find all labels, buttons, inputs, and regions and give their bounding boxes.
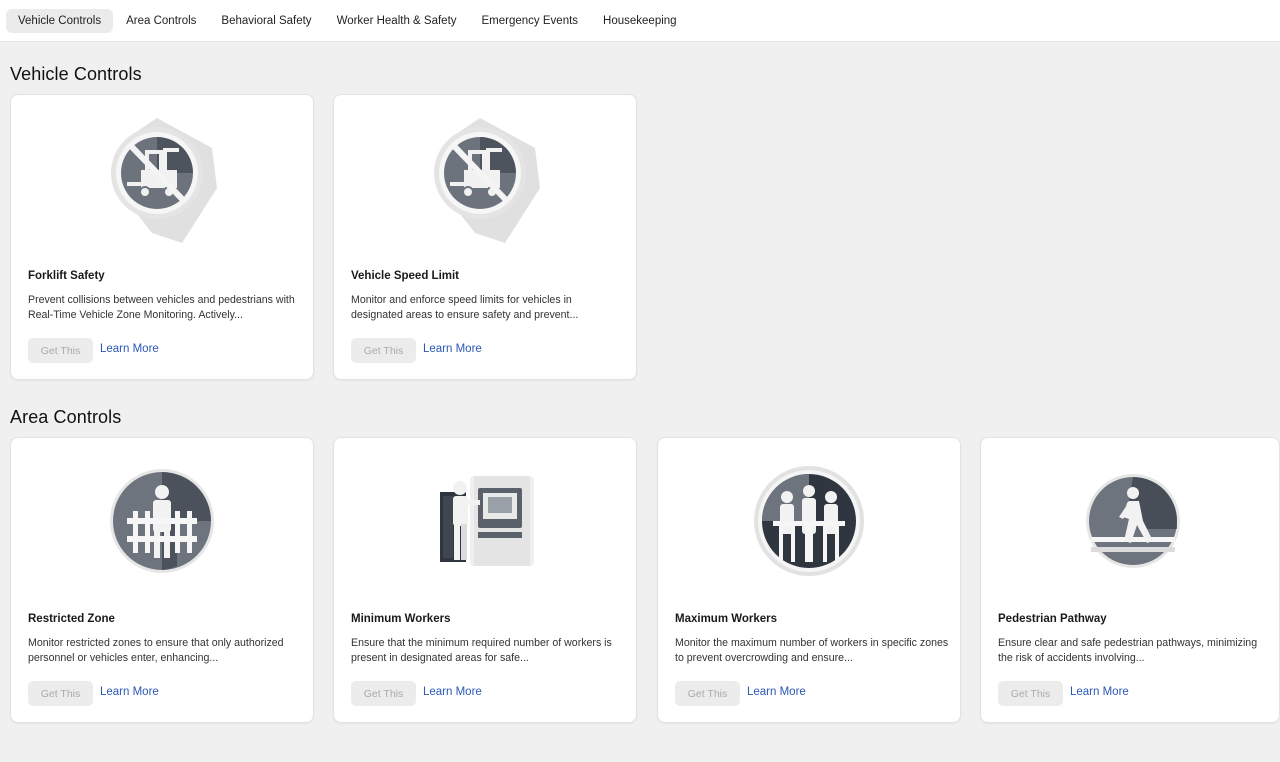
no-forklift-icon bbox=[111, 117, 217, 243]
get-this-button[interactable]: Get This bbox=[28, 338, 93, 363]
card-description: Monitor and enforce speed limits for veh… bbox=[351, 294, 579, 321]
card-pedestrian-pathway: Pedestrian Pathway Ensure clear and safe… bbox=[980, 437, 1280, 723]
category-tabs: Vehicle Controls Area Controls Behaviora… bbox=[0, 0, 1280, 42]
card-minimum-workers: Minimum Workers Ensure that the minimum … bbox=[333, 437, 637, 723]
card-description: Ensure that the minimum required number … bbox=[351, 637, 612, 664]
learn-more-link[interactable]: Learn More bbox=[423, 343, 482, 355]
section-title-area-controls: Area Controls bbox=[10, 407, 122, 427]
tab-housekeeping[interactable]: Housekeeping bbox=[591, 9, 689, 33]
card-maximum-workers: Maximum Workers Monitor the maximum numb… bbox=[657, 437, 961, 723]
learn-more-link[interactable]: Learn More bbox=[423, 686, 482, 698]
section-title-vehicle-controls: Vehicle Controls bbox=[10, 64, 142, 84]
worker-at-terminal-icon bbox=[440, 475, 534, 566]
learn-more-link[interactable]: Learn More bbox=[100, 686, 159, 698]
card-image bbox=[11, 95, 313, 260]
restricted-zone-icon bbox=[110, 468, 214, 573]
card-image bbox=[658, 438, 960, 603]
learn-more-link[interactable]: Learn More bbox=[747, 686, 806, 698]
card-image bbox=[334, 95, 636, 260]
tab-emergency-events[interactable]: Emergency Events bbox=[470, 9, 591, 33]
card-title: Pedestrian Pathway bbox=[998, 613, 1107, 625]
card-description: Monitor the maximum number of workers in… bbox=[675, 637, 949, 664]
card-image bbox=[11, 438, 313, 603]
learn-more-link[interactable]: Learn More bbox=[1070, 686, 1129, 698]
tab-worker-health-safety[interactable]: Worker Health & Safety bbox=[325, 9, 469, 33]
get-this-button[interactable]: Get This bbox=[351, 681, 416, 706]
get-this-button[interactable]: Get This bbox=[351, 338, 416, 363]
get-this-button[interactable]: Get This bbox=[675, 681, 740, 706]
tab-behavioral-safety[interactable]: Behavioral Safety bbox=[209, 9, 323, 33]
learn-more-link[interactable]: Learn More bbox=[100, 343, 159, 355]
tab-area-controls[interactable]: Area Controls bbox=[114, 9, 208, 33]
card-image bbox=[981, 438, 1279, 603]
get-this-button[interactable]: Get This bbox=[28, 681, 93, 706]
card-description: Monitor restricted zones to ensure that … bbox=[28, 637, 284, 664]
workers-group-icon bbox=[754, 465, 864, 576]
card-title: Forklift Safety bbox=[28, 270, 105, 282]
card-vehicle-speed-limit: Vehicle Speed Limit Monitor and enforce … bbox=[333, 94, 637, 380]
card-title: Maximum Workers bbox=[675, 613, 778, 625]
card-title: Minimum Workers bbox=[351, 613, 451, 625]
get-this-button[interactable]: Get This bbox=[998, 681, 1063, 706]
card-restricted-zone: Restricted Zone Monitor restricted zones… bbox=[10, 437, 314, 723]
card-description: Prevent collisions between vehicles and … bbox=[28, 294, 295, 321]
card-description: Ensure clear and safe pedestrian pathway… bbox=[998, 637, 1258, 664]
tab-vehicle-controls[interactable]: Vehicle Controls bbox=[6, 8, 114, 33]
card-forklift-safety: Forklift Safety Prevent collisions betwe… bbox=[10, 94, 314, 380]
card-image bbox=[334, 438, 636, 603]
card-title: Vehicle Speed Limit bbox=[351, 270, 460, 282]
card-title: Restricted Zone bbox=[28, 613, 115, 625]
pedestrian-walking-icon bbox=[1086, 473, 1180, 568]
no-forklift-icon bbox=[434, 117, 540, 243]
